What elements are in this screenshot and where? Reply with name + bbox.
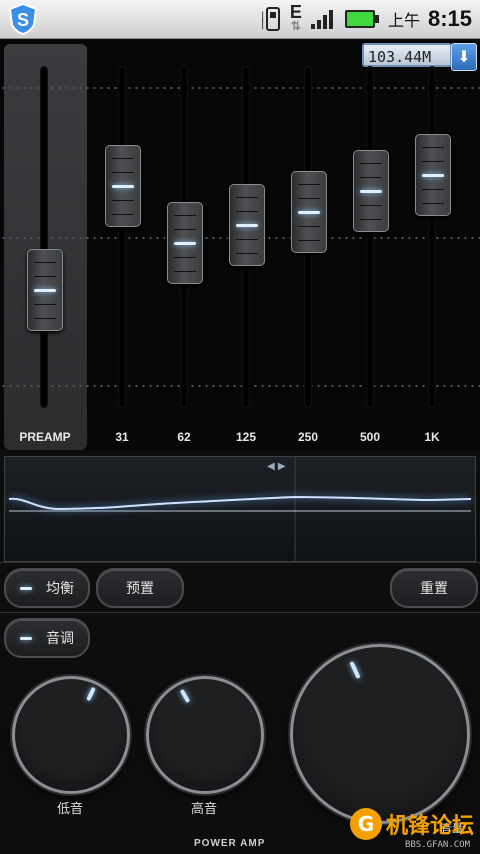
watermark-logo-icon: G — [349, 808, 382, 840]
preamp-slider-handle[interactable] — [27, 249, 63, 332]
led-indicator — [20, 586, 32, 590]
band-label: 62 — [177, 430, 191, 444]
network-type: E ⇅ — [289, 2, 302, 33]
knob-indicator — [179, 688, 191, 704]
status-icons: | | E ⇅ 上午 8:15 — [260, 0, 472, 38]
band-label: 250 — [297, 430, 319, 444]
band-label: 125 — [235, 430, 257, 444]
clock-ampm: 上午 — [387, 11, 420, 30]
volume-knob[interactable] — [290, 644, 470, 824]
led-indicator — [20, 636, 32, 640]
reset-button[interactable]: 重置 — [390, 568, 478, 608]
eq-curve — [8, 457, 472, 561]
watermark-text: 机锋论坛 — [385, 814, 474, 839]
divider — [0, 562, 480, 563]
knob-indicator — [349, 660, 361, 680]
curve-position-marker[interactable]: ◀ ▶ — [267, 461, 286, 472]
network-type-label: E — [289, 2, 302, 22]
divider — [0, 612, 480, 613]
watermark: G 机锋论坛 — [349, 808, 474, 840]
bass-label: 低音 — [56, 802, 83, 817]
data-arrows-icon: ⇅ — [290, 19, 301, 33]
band-label: 1K — [424, 430, 440, 444]
eq-curve-display: ◀ ▶ — [4, 456, 476, 562]
band-1K-slider-track[interactable] — [428, 66, 436, 408]
band-31-slider-handle[interactable] — [105, 144, 141, 227]
equalizer-panel: 103.44M ⬇ PREAMP 31 62 125 250 500 1K — [0, 40, 480, 450]
band-500-slider-track[interactable] — [366, 66, 374, 408]
watermark-site: BBS.GFAN.COM — [404, 840, 470, 850]
grid-line-bottom — [0, 385, 480, 387]
preamp-slider-track[interactable] — [40, 66, 48, 408]
signal-icon — [310, 10, 333, 29]
svg-text:|: | — [261, 19, 264, 30]
equalizer-toggle-button[interactable]: 均衡 — [4, 568, 90, 608]
band-125-slider-handle[interactable] — [229, 183, 265, 266]
svg-text:S: S — [17, 10, 29, 30]
preamp-label: PREAMP — [19, 430, 71, 444]
tone-toggle-label: 音调 — [46, 631, 74, 647]
band-62-slider-handle[interactable] — [167, 202, 203, 285]
tone-toggle-button[interactable]: 音调 — [4, 618, 90, 658]
band-250-slider-handle[interactable] — [291, 170, 327, 253]
treble-label: 高音 — [190, 802, 217, 817]
frequency-display[interactable]: 103.44M — [362, 43, 452, 67]
download-arrow-icon[interactable]: ⬇ — [451, 43, 477, 71]
clock: 8:15 — [427, 6, 472, 31]
band-31-slider-track[interactable] — [118, 66, 126, 408]
app-shield-icon: S — [8, 3, 38, 35]
status-bar: S | | E ⇅ 上午 8:15 — [0, 0, 480, 39]
knob-indicator — [86, 686, 96, 702]
band-label: 500 — [359, 430, 381, 444]
bass-knob[interactable] — [12, 676, 130, 794]
battery-icon — [344, 10, 379, 28]
treble-knob[interactable] — [146, 676, 264, 794]
reset-label: 重置 — [420, 581, 448, 597]
presets-button[interactable]: 预置 — [96, 568, 184, 608]
grid-line-top — [0, 87, 480, 89]
presets-label: 预置 — [126, 581, 154, 597]
sim-phone-icon: || — [261, 7, 280, 31]
band-1K-slider-handle[interactable] — [415, 134, 451, 217]
band-label: 31 — [115, 430, 129, 444]
brand-label: POWER AMP — [194, 838, 266, 849]
band-500-slider-handle[interactable] — [353, 149, 389, 232]
equalizer-toggle-label: 均衡 — [46, 581, 74, 597]
